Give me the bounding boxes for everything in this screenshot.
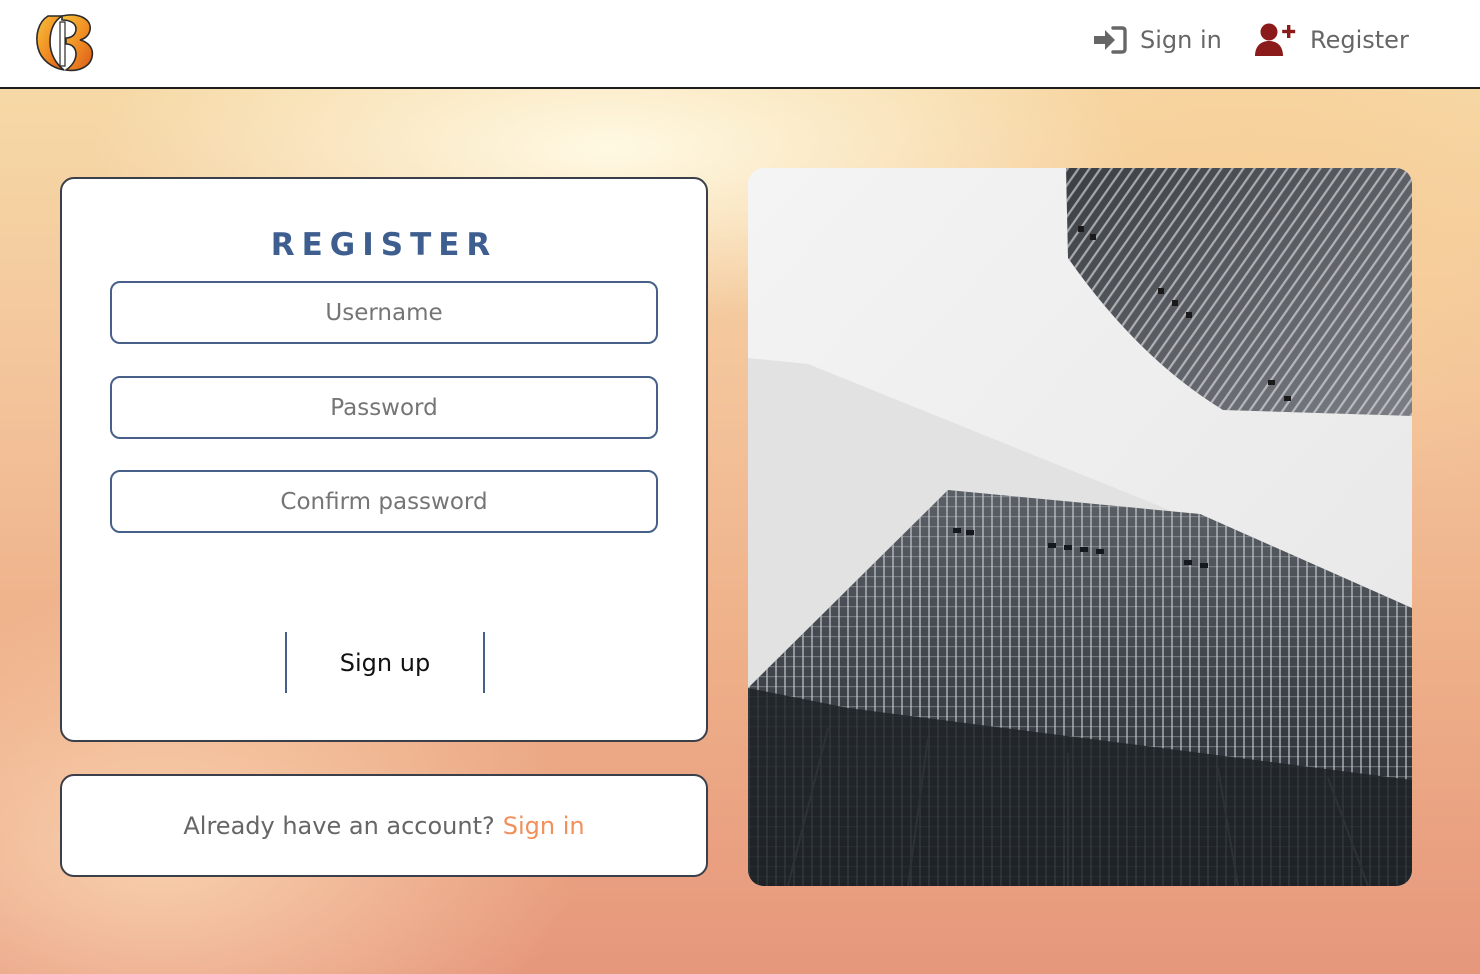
password-input[interactable] [110,376,658,439]
sign-up-button[interactable]: Sign up [285,632,485,693]
sign-in-icon [1092,25,1128,55]
signin-link[interactable]: Sign in [503,812,585,840]
b-logo-icon[interactable] [34,10,100,72]
skyscrapers-photo [748,168,1412,886]
top-navbar: Sign in Register [0,0,1480,89]
user-plus-icon [1254,22,1298,58]
nav-register-label: Register [1310,26,1409,54]
nav-sign-in-link[interactable]: Sign in [1092,20,1222,60]
nav-register-link[interactable]: Register [1254,20,1409,60]
register-card: REGISTER Sign up [60,177,708,742]
confirm-password-input[interactable] [110,470,658,533]
nav-sign-in-label: Sign in [1140,26,1222,54]
register-title: REGISTER [270,227,498,263]
username-input[interactable] [110,281,658,344]
signin-prompt-card: Already have an account? Sign in [60,774,708,877]
signin-prompt-text: Already have an account? [183,811,495,840]
